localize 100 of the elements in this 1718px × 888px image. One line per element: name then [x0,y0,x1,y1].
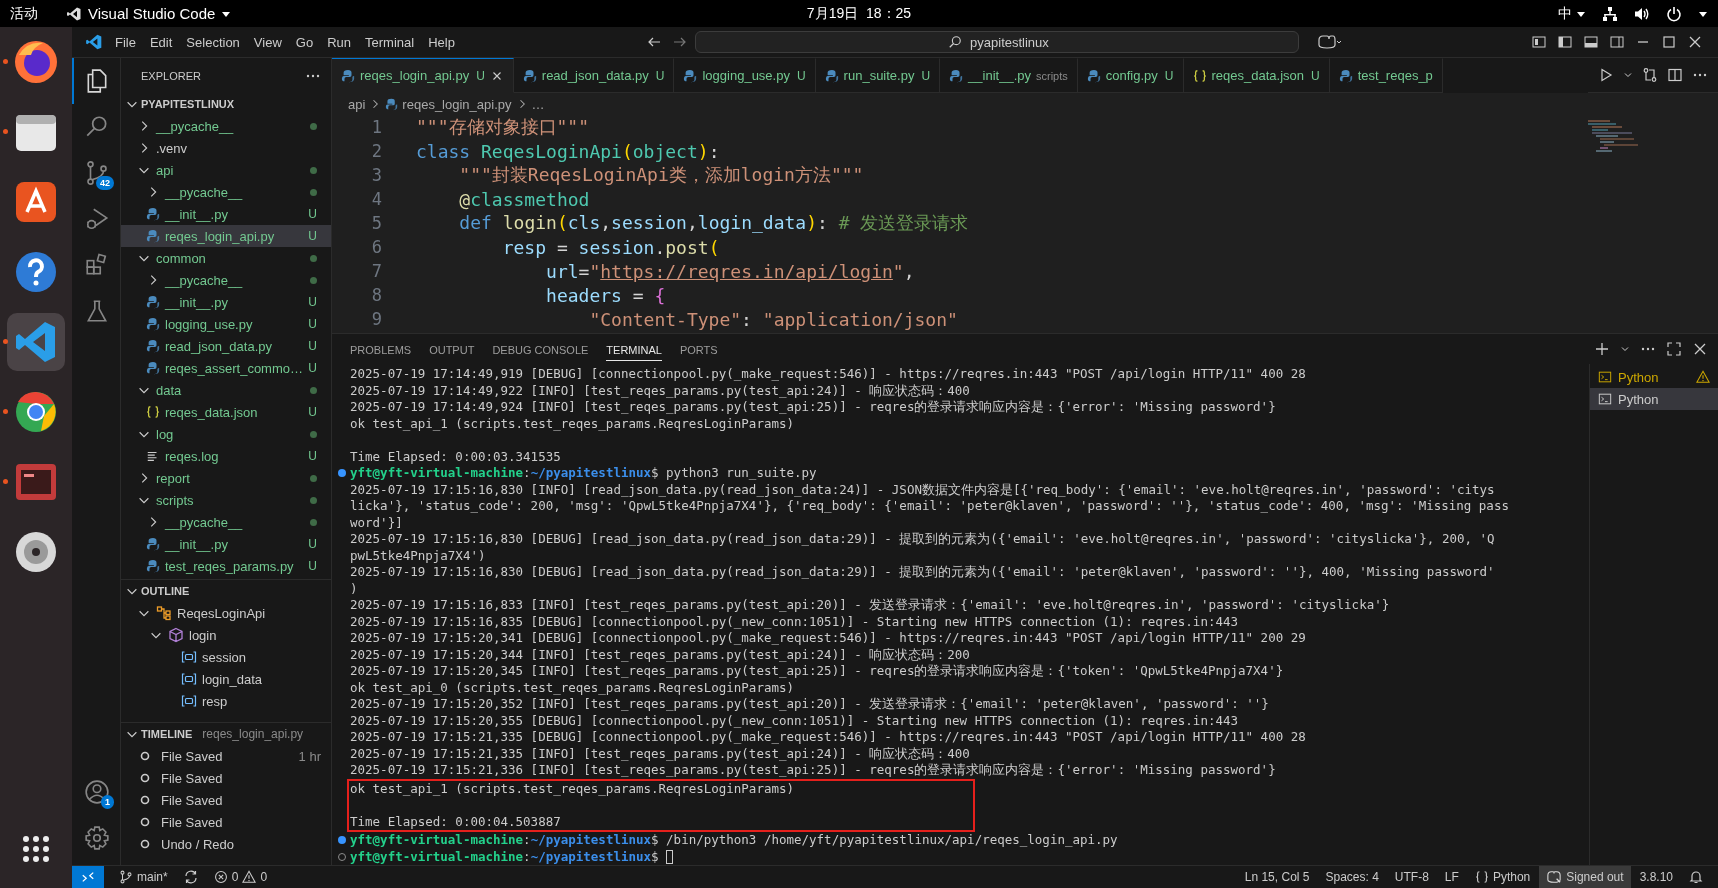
menu-item[interactable]: Run [322,34,356,50]
breadcrumb-item[interactable]: … [531,96,545,112]
power-icon[interactable] [1666,5,1682,22]
activities-button[interactable]: 活动 [10,4,38,23]
timeline-item[interactable]: File Saved [121,767,331,789]
tree-item[interactable]: scripts [121,489,331,511]
breadcrumb-item[interactable]: reqes_login_api.py [402,96,512,112]
tree-item[interactable]: __pycache__ [121,181,331,203]
account-button[interactable]: Signed out [1539,866,1631,888]
tree-item[interactable]: reqes_login_api.py U [121,225,331,247]
timeline-item[interactable]: File Saved [121,811,331,833]
sync-icon[interactable] [182,869,199,885]
editor-tab[interactable]: reqes_login_api.py U [332,58,514,93]
tree-item[interactable]: report [121,467,331,489]
branch-button[interactable]: main* [112,866,175,888]
panel-tab[interactable]: PROBLEMS [350,337,412,361]
timeline-item[interactable]: File Saved 1 hr [121,745,331,767]
timeline-item[interactable]: Undo / Redo [121,833,331,855]
command-status-icon[interactable] [338,469,346,477]
sidebar-toggle-icon[interactable] [1557,34,1573,50]
status-item[interactable]: UTF-8 [1387,866,1436,888]
panel-tab[interactable]: PORTS [679,337,718,361]
git-status: U [308,317,318,331]
outline-item[interactable]: login_data [121,668,331,690]
outline-item[interactable]: resp [121,690,331,712]
input-method-menu[interactable]: 中 [1558,4,1586,23]
activity-button[interactable]: 1 [72,769,120,815]
outline-item[interactable]: ReqesLoginApi [121,602,331,624]
terminal-instance[interactable]: Python [1590,388,1718,410]
editor-tab[interactable]: test_reqes_p [1329,58,1443,93]
split-editor-icon[interactable] [1667,67,1683,83]
tree-item[interactable]: reqes.log U [121,445,331,467]
tree-item[interactable]: data [121,379,331,401]
tree-item[interactable]: __init__.py U [121,291,331,313]
status-item[interactable]: Spaces: 4 [1318,866,1386,888]
volume-icon[interactable] [1634,5,1650,22]
maximize-icon[interactable] [1661,34,1677,50]
tree-item[interactable]: logging_use.py U [121,313,331,335]
close-icon[interactable] [1687,34,1703,50]
panel-tab[interactable]: DEBUG CONSOLE [492,337,589,361]
app-menu[interactable]: Visual Studio Code [66,5,232,22]
tree-item[interactable]: test_reqes_params.py U [121,555,331,577]
plus-icon[interactable] [1594,341,1610,357]
cube-icon [168,627,184,643]
maximize-icon[interactable] [1666,341,1682,357]
tree-item[interactable]: common [121,247,331,269]
status-item[interactable]: Ln 15, Col 5 [1237,866,1317,888]
breadcrumb-item[interactable]: api [348,96,366,112]
tree-item[interactable]: __init__.py U [121,203,331,225]
editor-tab[interactable]: logging_use.py U [674,58,816,93]
search-field[interactable]: pyapitestlinux [694,31,1299,53]
tree-item[interactable]: __pycache__ [121,511,331,533]
editor-tab[interactable]: config.py U [1077,58,1184,93]
run-icon[interactable] [1598,67,1614,83]
tree-item[interactable]: log [121,423,331,445]
command-status-icon[interactable] [338,836,346,844]
remote-button[interactable] [72,866,104,888]
menu-item[interactable]: Help [423,34,460,50]
editor-tab[interactable]: reqes_data.json U [1183,58,1330,93]
section-title[interactable]: OUTLINE [141,585,190,597]
editor-tab[interactable]: __init__.py scripts [940,58,1078,93]
tree-item[interactable]: __init__.py U [121,533,331,555]
menu-item[interactable]: Go [290,34,319,50]
layout-icon[interactable] [1531,34,1547,50]
menu-item[interactable]: View [248,34,287,50]
panel-tab[interactable]: TERMINAL [606,337,662,361]
panel-toggle-icon[interactable] [1583,34,1599,50]
compare-icon[interactable] [1642,67,1658,83]
section-title[interactable]: TIMELINE [141,728,193,740]
tree-item[interactable]: .venv [121,137,331,159]
terminal-line: 2025-07-19 17:15:21,335 [INFO] [test_reqes_params.py(test_api:24)] - 响应状态码：400 [350,745,971,762]
status-item[interactable]: LF [1437,866,1466,888]
folder-header[interactable]: PYAPITESTLINUX [121,93,331,115]
line-number: 6 [370,237,383,257]
terminal-instance[interactable]: Python [1590,366,1718,388]
tree-item[interactable]: reqes_data.json U [121,401,331,423]
menu-item[interactable]: Terminal [360,34,420,50]
tree-item[interactable]: reqes_assert_commo… U [121,357,331,379]
close-icon[interactable] [1692,341,1708,357]
activity-button[interactable]: 42 [72,150,120,196]
menu-item[interactable]: Edit [144,34,178,50]
tree-item[interactable]: __pycache__ [121,115,331,137]
menu-item[interactable]: File [110,34,141,50]
language-button[interactable]: Python [1467,866,1538,888]
tree-item[interactable]: api [121,159,331,181]
editor-tab[interactable]: read_json_data.py U [513,58,675,93]
editor-tab[interactable]: run_suite.py U [815,58,941,93]
problems-button[interactable]: 0 0 [206,866,275,888]
secondary-sidebar-icon[interactable] [1609,34,1625,50]
tree-item[interactable]: read_json_data.py U [121,335,331,357]
outline-item[interactable]: session [121,646,331,668]
clock[interactable]: 7月19日 18：25 [806,4,912,23]
panel-tab[interactable]: OUTPUT [429,337,475,361]
outline-item[interactable]: login [121,624,331,646]
bell-icon[interactable] [1688,869,1704,885]
status-item[interactable]: 3.8.10 [1632,866,1680,888]
tree-item[interactable]: __pycache__ [121,269,331,291]
network-icon[interactable] [1602,5,1618,22]
menu-item[interactable]: Selection [181,34,245,50]
timeline-item[interactable]: File Saved [121,789,331,811]
